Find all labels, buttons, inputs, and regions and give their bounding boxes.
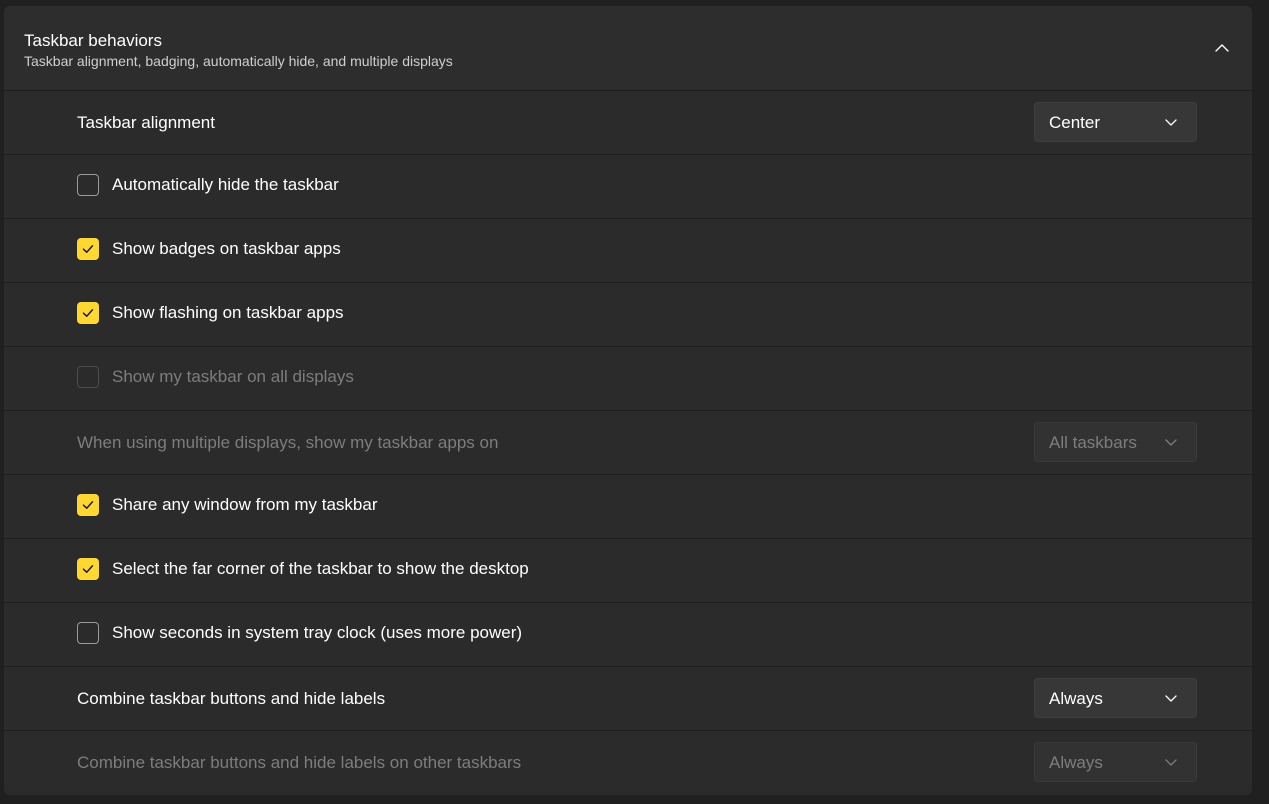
dropdown-value: Center xyxy=(1049,113,1101,132)
chevron-down-icon xyxy=(1165,759,1177,766)
taskbar-behaviors-panel: Taskbar behaviors Taskbar alignment, bad… xyxy=(4,6,1252,795)
collapse-button[interactable] xyxy=(1210,36,1234,60)
checkmark-icon xyxy=(82,245,94,253)
seconds-checkbox[interactable]: Show seconds in system tray clock (uses … xyxy=(77,622,522,644)
share-window-checkbox[interactable]: Share any window from my taskbar xyxy=(77,494,378,516)
chevron-up-icon xyxy=(1215,44,1229,52)
checkbox-box[interactable] xyxy=(77,622,99,644)
dropdown-value: All taskbars xyxy=(1049,433,1137,452)
dropdown-value: Always xyxy=(1049,753,1103,772)
flashing-checkbox[interactable]: Show flashing on taskbar apps xyxy=(77,302,344,324)
chevron-down-icon xyxy=(1165,119,1177,126)
share-window-label: Share any window from my taskbar xyxy=(112,495,378,514)
far-corner-label: Select the far corner of the taskbar to … xyxy=(112,559,529,578)
checkbox-box[interactable] xyxy=(77,174,99,196)
combine-other-dropdown[interactable]: Always xyxy=(1034,742,1197,782)
section-subtitle: Taskbar alignment, badging, automaticall… xyxy=(24,53,453,69)
dropdown-value: Always xyxy=(1049,689,1103,708)
auto-hide-checkbox[interactable]: Automatically hide the taskbar xyxy=(77,174,339,196)
setting-row-far-corner: Select the far corner of the taskbar to … xyxy=(4,539,1252,603)
multi-display-apps-dropdown[interactable]: All taskbars xyxy=(1034,422,1197,462)
chevron-down-icon xyxy=(1165,439,1177,446)
setting-row-seconds: Show seconds in system tray clock (uses … xyxy=(4,603,1252,667)
setting-row-combine-other: Combine taskbar buttons and hide labels … xyxy=(4,731,1252,794)
combine-label: Combine taskbar buttons and hide labels xyxy=(77,689,386,708)
far-corner-checkbox[interactable]: Select the far corner of the taskbar to … xyxy=(77,558,529,580)
combine-dropdown[interactable]: Always xyxy=(1034,678,1197,718)
checkbox-box[interactable] xyxy=(77,366,99,388)
badges-checkbox[interactable]: Show badges on taskbar apps xyxy=(77,238,341,260)
taskbar-alignment-label: Taskbar alignment xyxy=(77,113,215,132)
multi-display-apps-label: When using multiple displays, show my ta… xyxy=(77,433,499,452)
checkmark-icon xyxy=(82,309,94,317)
setting-row-combine: Combine taskbar buttons and hide labels … xyxy=(4,667,1252,731)
taskbar-alignment-dropdown[interactable]: Center xyxy=(1034,102,1197,142)
setting-row-share-window: Share any window from my taskbar xyxy=(4,475,1252,539)
auto-hide-label: Automatically hide the taskbar xyxy=(112,175,339,194)
chevron-down-icon xyxy=(1165,695,1177,702)
section-header[interactable]: Taskbar behaviors Taskbar alignment, bad… xyxy=(4,6,1252,91)
checkmark-icon xyxy=(82,565,94,573)
setting-row-badges: Show badges on taskbar apps xyxy=(4,219,1252,283)
setting-row-all-displays: Show my taskbar on all displays xyxy=(4,347,1252,411)
all-displays-label: Show my taskbar on all displays xyxy=(112,367,354,386)
checkmark-icon xyxy=(82,501,94,509)
checkbox-box[interactable] xyxy=(77,558,99,580)
setting-row-multi-display-apps: When using multiple displays, show my ta… xyxy=(4,411,1252,475)
checkbox-box[interactable] xyxy=(77,238,99,260)
all-displays-checkbox[interactable]: Show my taskbar on all displays xyxy=(77,366,354,388)
section-title: Taskbar behaviors xyxy=(24,31,162,50)
checkbox-box[interactable] xyxy=(77,494,99,516)
settings-list: Taskbar alignment Center Automatically h… xyxy=(4,91,1252,794)
setting-row-flashing: Show flashing on taskbar apps xyxy=(4,283,1252,347)
flashing-label: Show flashing on taskbar apps xyxy=(112,303,344,322)
setting-row-taskbar-alignment: Taskbar alignment Center xyxy=(4,91,1252,155)
seconds-label: Show seconds in system tray clock (uses … xyxy=(112,623,523,642)
combine-other-label: Combine taskbar buttons and hide labels … xyxy=(77,753,522,772)
setting-row-auto-hide: Automatically hide the taskbar xyxy=(4,155,1252,219)
badges-label: Show badges on taskbar apps xyxy=(112,239,341,258)
checkbox-box[interactable] xyxy=(77,302,99,324)
